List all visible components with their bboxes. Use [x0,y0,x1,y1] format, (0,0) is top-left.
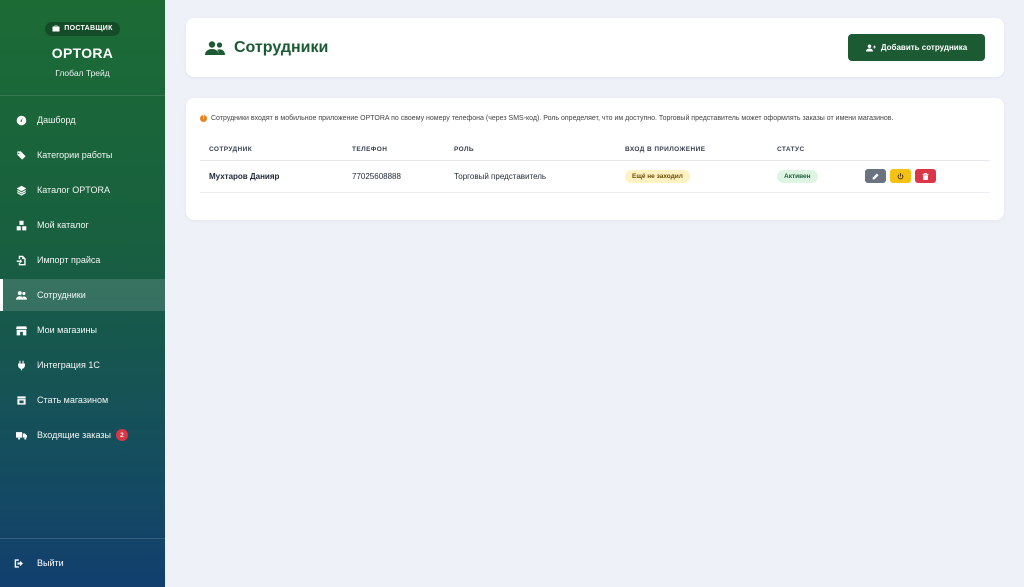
column-actions [856,140,990,161]
status-badge: Активен [777,169,818,183]
employee-status-cell: Активен [768,160,856,193]
user-plus-icon [865,44,876,51]
employee-role: Торговый представитель [445,160,616,193]
sidebar-item-1c-integration[interactable]: Интеграция 1С [0,349,165,381]
sidebar-item-price-import[interactable]: Импорт прайса [0,244,165,276]
info-icon: ! [200,115,207,122]
employee-login-cell: Ещё не заходил [616,160,768,193]
sidebar-item-my-stores[interactable]: Мои магазины [0,314,165,346]
sidebar-item-incoming-orders[interactable]: Входящие заказы 2 [0,419,165,451]
shop-icon [16,395,27,406]
tags-icon [16,150,27,161]
sidebar-item-label: Стать магазином [37,395,109,405]
edit-employee-button[interactable] [865,169,886,183]
sidebar-item-employees[interactable]: Сотрудники [0,279,165,311]
brand-name: OPTORA [51,45,114,61]
sidebar: ПОСТАВЩИК OPTORA Глобал Трейд Дашборд Ка… [0,0,165,587]
store-icon [16,325,27,336]
gauge-icon [16,115,27,126]
sidebar-item-label: Входящие заказы [37,430,111,440]
role-badge: ПОСТАВЩИК [45,21,120,36]
sidebar-brand: ПОСТАВЩИК OPTORA Глобал Трейд [0,0,165,96]
toggle-employee-button[interactable] [890,169,911,183]
info-note: ! Сотрудники входят в мобильное приложен… [200,113,990,124]
sidebar-item-label: Интеграция 1С [37,360,100,370]
briefcase-icon [52,25,60,32]
sign-out-icon [14,558,25,569]
employees-table: СОТРУДНИК ТЕЛЕФОН РОЛЬ ВХОД В ПРИЛОЖЕНИЕ… [200,140,990,193]
column-employee: СОТРУДНИК [200,140,343,161]
employee-phone: 77025608888 [343,160,445,193]
info-text: Сотрудники входят в мобильное приложение… [211,115,894,122]
table-header-row: СОТРУДНИК ТЕЛЕФОН РОЛЬ ВХОД В ПРИЛОЖЕНИЕ… [200,140,990,161]
column-app-login: ВХОД В ПРИЛОЖЕНИЕ [616,140,768,161]
sidebar-item-become-store[interactable]: Стать магазином [0,384,165,416]
sidebar-item-label: Мой каталог [37,220,89,230]
sidebar-item-label: Сотрудники [37,290,86,300]
role-badge-label: ПОСТАВЩИК [64,25,113,32]
plug-icon [16,360,27,371]
truck-icon [16,430,27,441]
sidebar-item-label: Каталог OPTORA [37,185,111,195]
sidebar-item-optora-catalog[interactable]: Каталог OPTORA [0,174,165,206]
company-name: Глобал Трейд [55,68,110,78]
pencil-icon [872,172,879,179]
users-icon [16,290,27,301]
sidebar-item-label: Дашборд [37,115,76,125]
sidebar-item-dashboard[interactable]: Дашборд [0,104,165,136]
orders-count-badge: 2 [115,429,128,441]
add-employee-label: Добавить сотрудника [880,43,968,52]
logout-label: Выйти [37,558,64,568]
power-icon [897,172,904,179]
file-import-icon [16,255,27,266]
delete-employee-button[interactable] [915,169,936,183]
column-role: РОЛЬ [445,140,616,161]
column-phone: ТЕЛЕФОН [343,140,445,161]
login-status-badge: Ещё не заходил [625,169,690,183]
page-header: Сотрудники Добавить сотрудника [186,18,1004,77]
sidebar-item-label: Импорт прайса [37,255,101,265]
trash-icon [922,172,929,180]
employee-name: Мухтаров Данияр [200,160,343,193]
sidebar-item-label: Категории работы [37,150,113,160]
row-actions [856,160,990,193]
column-status: СТАТУС [768,140,856,161]
sidebar-item-my-catalog[interactable]: Мой каталог [0,209,165,241]
sidebar-nav: Дашборд Категории работы Каталог OPTORA … [0,104,165,454]
employees-card: ! Сотрудники входят в мобильное приложен… [186,98,1004,220]
page-title: Сотрудники [205,39,328,57]
add-employee-button[interactable]: Добавить сотрудника [848,34,985,61]
sidebar-item-label: Мои магазины [37,325,97,335]
sidebar-item-categories[interactable]: Категории работы [0,139,165,171]
logout-button[interactable]: Выйти [0,538,165,587]
layers-icon [16,185,27,196]
table-row: Мухтаров Данияр 77025608888 Торговый пре… [200,160,990,193]
page-title-text: Сотрудники [234,38,329,56]
boxes-icon [16,220,27,231]
users-icon [205,40,225,55]
